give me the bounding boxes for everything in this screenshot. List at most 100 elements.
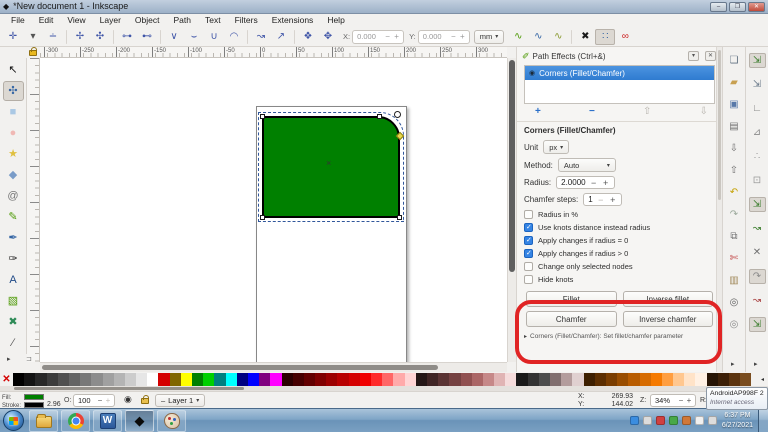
delete-segment-icon[interactable]: ⊷ [137,29,157,45]
palette-swatch[interactable] [426,372,439,386]
fillet-button[interactable]: Fillet [526,291,617,307]
palette-swatch[interactable] [449,372,461,386]
cms-toggle-icon[interactable]: ⊐ [26,356,32,363]
menu-item[interactable]: Object [128,14,167,27]
copy-icon[interactable]: ⧉ [726,229,743,244]
palette-swatch[interactable] [136,372,148,386]
join-with-segment-icon[interactable]: ⊶ [117,29,137,45]
taskbar-word-button[interactable]: W [93,409,122,432]
break-nodes-icon[interactable]: ✣ [90,29,110,45]
menu-item[interactable]: File [4,14,32,27]
selector-tool[interactable]: ↖ [3,60,24,80]
palette-swatch[interactable] [729,372,741,386]
undo-icon[interactable]: ↶ [726,185,743,200]
palette-swatch[interactable] [113,372,125,386]
fill-color-swatch[interactable] [24,394,44,400]
corner-node-icon[interactable]: ∨ [164,29,184,45]
export-icon[interactable]: ⇧ [726,163,743,178]
close-button[interactable]: ✕ [748,1,765,12]
menu-item[interactable]: Help [320,14,351,27]
palette-swatch[interactable] [359,372,371,386]
chamfer-steps-field[interactable]: 1 − + [583,193,622,206]
toolbox-overflow-icon[interactable]: ▸ [7,356,11,363]
stroke-width-value[interactable]: 2.96 [47,401,61,408]
palette-swatch[interactable] [225,372,237,386]
palette-swatch[interactable] [247,372,260,386]
inverse-fillet-button[interactable]: Inverse fillet [622,291,713,307]
palette-swatch[interactable] [303,372,316,386]
snap-edge-midpoints-icon[interactable]: ∴ [749,149,766,164]
separator[interactable] [113,29,114,44]
print-icon[interactable]: ▤ [726,119,743,134]
decrement-button[interactable]: − [590,178,598,188]
panel-close-button[interactable]: ✕ [705,51,716,61]
palette-swatch[interactable] [561,372,573,386]
decrement-button[interactable]: − [677,396,685,405]
method-dropdown[interactable]: Auto ▾ [557,158,616,172]
palette-swatch[interactable] [292,372,304,386]
palette-swatch[interactable] [102,372,114,386]
palette-swatch[interactable] [628,372,640,386]
node-handle-bottom-right[interactable] [397,215,402,220]
palette-swatch[interactable] [706,372,718,386]
bezier-tool[interactable]: ✒ [3,228,24,248]
join-nodes-icon[interactable]: ✢ [70,29,90,45]
palette-swatch[interactable] [494,372,506,386]
palette-swatch[interactable] [639,372,651,386]
line-to-curve-icon[interactable]: ↝ [251,29,271,45]
increment-button[interactable]: + [392,32,401,41]
palette-swatch[interactable] [516,372,528,386]
palette-swatch[interactable] [583,372,595,386]
layer-lock-icon[interactable] [141,395,149,404]
node-handle-bottom-left[interactable] [260,215,265,220]
transform-handles-icon[interactable]: ✖ [575,29,595,45]
chamfer-button[interactable]: Chamfer [526,311,617,327]
apply-if-radius-zero-checkbox[interactable] [524,236,533,245]
taskbar-clock[interactable]: 6:37 PM 6/27/2021 [722,411,753,430]
pencil-tool[interactable]: ✎ [3,207,24,227]
save-document-icon[interactable]: ▣ [726,97,743,112]
palette-swatch[interactable] [214,372,226,386]
snap-bbox-centers-icon[interactable]: ⊡ [749,173,766,188]
insert-node-icon[interactable]: ✛ [3,29,23,45]
inverse-chamfer-button[interactable]: Inverse chamfer [622,311,713,327]
tray-icon-red[interactable] [655,416,665,425]
flatten-path-icon[interactable]: ✥ [318,29,338,45]
y-coordinate-field[interactable]: 0.000 − + [417,29,470,44]
tray-network-icon[interactable] [707,416,717,425]
palette-swatch[interactable] [337,372,349,386]
tray-flag2-icon[interactable] [694,416,704,425]
star-tool[interactable]: ★ [3,144,24,164]
palette-swatch[interactable] [605,372,618,386]
palette-swatch[interactable] [550,372,562,386]
palette-scroll-arrow[interactable]: ◂ [757,376,768,383]
visibility-eye-icon[interactable]: ◉ [529,69,535,77]
palette-swatch[interactable] [259,372,271,386]
palette-swatch[interactable] [415,372,427,386]
palette-swatch[interactable] [80,372,92,386]
palette-swatch[interactable] [617,372,629,386]
vertical-ruler[interactable] [27,58,40,362]
increment-button[interactable]: + [609,195,617,205]
node-handle-top-left[interactable] [260,114,265,119]
palette-swatch[interactable] [348,372,360,386]
opacity-field[interactable]: 100 − + [73,394,115,407]
auto-node-icon[interactable]: ◠ [224,29,244,45]
insert-node-menu-icon[interactable]: ▾ [23,29,43,45]
taskbar-explorer-button[interactable] [29,409,58,432]
decrement-button[interactable]: − [449,32,458,41]
snap-bbox-icon[interactable]: ⇲ [749,77,766,92]
radius-field[interactable]: 2.0000 − + [556,176,615,189]
palette-swatch[interactable] [326,372,338,386]
palette-swatch[interactable] [236,372,248,386]
separator[interactable] [66,29,67,44]
node-handle-fillet-start[interactable] [377,114,382,119]
palette-swatch[interactable] [169,372,181,386]
palette-swatch[interactable] [538,372,550,386]
titlebar[interactable]: ◆ *New document 1 - Inkscape – ❐ ✕ [0,0,768,14]
palette-swatch[interactable] [661,372,674,386]
scrollbar-thumb[interactable] [509,60,515,272]
show-path-effects-icon[interactable]: ∞ [615,29,635,45]
palette-swatch[interactable] [382,372,394,386]
dropper-tool[interactable]: ∕ [3,333,24,353]
